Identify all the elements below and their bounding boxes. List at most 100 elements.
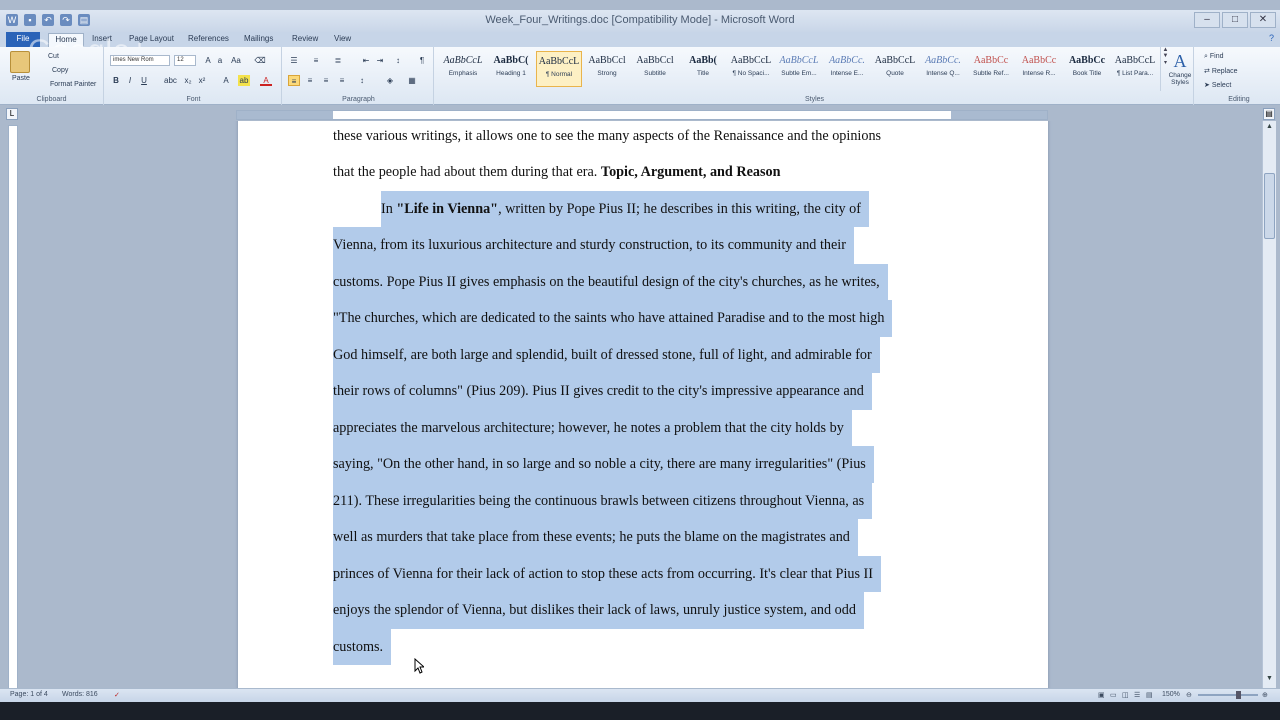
style-item[interactable]: AaBbCcL ¶ Normal: [536, 51, 582, 87]
tab-review[interactable]: Review: [292, 34, 318, 43]
grow-font-icon[interactable]: A: [202, 55, 214, 66]
numbering-icon[interactable]: ≡: [310, 55, 322, 66]
find-button[interactable]: ⌕ Find: [1204, 53, 1224, 61]
zoom-slider[interactable]: [1198, 691, 1258, 699]
change-styles-button[interactable]: A Change Styles: [1164, 51, 1196, 95]
word-count[interactable]: Words: 816: [62, 691, 98, 698]
show-formatting-icon[interactable]: ¶: [416, 55, 428, 66]
font-name-combo[interactable]: imes New Rom: [110, 55, 170, 66]
copy-button[interactable]: Copy: [52, 67, 68, 74]
bold-icon[interactable]: B: [110, 75, 122, 86]
style-item[interactable]: AaBbCc Subtle Ref...: [968, 51, 1014, 87]
page-count[interactable]: Page: 1 of 4: [10, 691, 48, 698]
style-item[interactable]: AaBbCcl Strong: [584, 51, 630, 87]
font-size-combo[interactable]: 12: [174, 55, 196, 66]
document-page[interactable]: religious figures, wrote of their experi…: [238, 121, 1048, 688]
tab-references[interactable]: References: [188, 34, 229, 43]
zoom-slider-knob[interactable]: [1236, 691, 1241, 699]
highlight-color-icon[interactable]: ab: [238, 75, 250, 86]
shading-icon[interactable]: ◈: [384, 75, 396, 86]
document-line[interactable]: saying, "On the other hand, in so large …: [333, 453, 866, 475]
increase-indent-icon[interactable]: ⇥: [374, 55, 386, 66]
style-item[interactable]: AaBbCcL Emphasis: [440, 51, 486, 87]
sort-icon[interactable]: ↕: [392, 55, 404, 66]
style-item[interactable]: AaBbCcL ¶ No Spaci...: [728, 51, 774, 87]
document-line[interactable]: these various writings, it allows one to…: [333, 125, 881, 147]
vertical-ruler[interactable]: [8, 125, 18, 690]
style-item[interactable]: AaBb(Title: [680, 51, 726, 87]
tab-view[interactable]: View: [334, 34, 351, 43]
document-line[interactable]: Vienna, from its luxurious architecture …: [333, 234, 846, 256]
paste-button[interactable]: Paste: [12, 75, 30, 82]
view-ruler-toggle[interactable]: ▤: [1263, 108, 1275, 120]
minimize-button[interactable]: –: [1194, 12, 1220, 28]
line-text: God himself, are both large and splendid…: [333, 346, 872, 363]
document-line[interactable]: In "Life in Vienna", written by Pope Piu…: [381, 198, 861, 220]
italic-icon[interactable]: I: [124, 75, 136, 86]
document-line[interactable]: appreciates the marvelous architecture; …: [333, 417, 844, 439]
view-outline-icon[interactable]: ☰: [1134, 691, 1140, 699]
cut-button[interactable]: Cut: [48, 53, 59, 60]
view-web-layout-icon[interactable]: ◫: [1122, 691, 1129, 699]
clear-formatting-icon[interactable]: ⌫: [254, 55, 266, 66]
style-item[interactable]: AaBbCc Intense R...: [1016, 51, 1062, 87]
align-center-icon[interactable]: ≡: [304, 75, 316, 86]
style-item[interactable]: AaBbCc Book Title: [1064, 51, 1110, 87]
scroll-down-icon[interactable]: ▼: [1264, 675, 1275, 686]
superscript-icon[interactable]: x²: [196, 75, 208, 86]
document-line[interactable]: well as murders that take place from the…: [333, 526, 850, 548]
align-left-icon[interactable]: ≡: [288, 75, 300, 86]
scroll-thumb[interactable]: [1264, 173, 1275, 239]
line-spacing-icon[interactable]: ↕: [356, 75, 368, 86]
tab-mailings[interactable]: Mailings: [244, 34, 273, 43]
zoom-level[interactable]: 150%: [1162, 691, 1180, 698]
document-line[interactable]: enjoys the splendor of Vienna, but disli…: [333, 599, 856, 621]
document-line[interactable]: 211). These irregularities being the con…: [333, 490, 864, 512]
borders-icon[interactable]: ▦: [406, 75, 418, 86]
document-line[interactable]: customs.: [333, 636, 383, 658]
view-print-layout-icon[interactable]: ▣: [1098, 691, 1105, 699]
document-line[interactable]: "The churches, which are dedicated to th…: [333, 307, 884, 329]
maximize-button[interactable]: □: [1222, 12, 1248, 28]
underline-icon[interactable]: U: [138, 75, 150, 86]
justify-icon[interactable]: ≡: [336, 75, 348, 86]
font-color-icon[interactable]: A: [260, 75, 272, 86]
shrink-font-icon[interactable]: a: [214, 55, 226, 66]
style-item[interactable]: AaBbCcL ¶ List Para...: [1112, 51, 1158, 87]
multilevel-list-icon[interactable]: ≣: [332, 55, 344, 66]
proofing-icon[interactable]: ✓: [114, 691, 120, 699]
subscript-icon[interactable]: x₂: [182, 75, 194, 86]
style-item[interactable]: AaBbCcl Subtitle: [632, 51, 678, 87]
select-button[interactable]: ➤ Select: [1204, 81, 1231, 89]
document-line[interactable]: princes of Vienna for their lack of acti…: [333, 563, 873, 585]
align-right-icon[interactable]: ≡: [320, 75, 332, 86]
replace-button[interactable]: ⇄ Replace: [1204, 67, 1238, 75]
change-case-icon[interactable]: Aa: [230, 55, 242, 66]
vertical-scrollbar[interactable]: ▲ ▼: [1262, 121, 1276, 688]
document-line[interactable]: their rows of columns" (Pius 209). Pius …: [333, 380, 864, 402]
text-effects-icon[interactable]: A: [220, 75, 232, 86]
document-line[interactable]: customs. Pope Pius II gives emphasis on …: [333, 271, 880, 293]
view-full-screen-icon[interactable]: ▭: [1110, 691, 1117, 699]
zoom-out-icon[interactable]: ⊖: [1186, 691, 1192, 699]
close-button[interactable]: ✕: [1250, 12, 1276, 28]
style-item[interactable]: AaBbCc. Intense E...: [824, 51, 870, 87]
decrease-indent-icon[interactable]: ⇤: [360, 55, 372, 66]
document-line[interactable]: that the people had about them during th…: [333, 161, 781, 183]
document-area[interactable]: religious figures, wrote of their experi…: [20, 121, 1262, 688]
zoom-in-icon[interactable]: ⊕: [1262, 691, 1268, 699]
document-line[interactable]: God himself, are both large and splendid…: [333, 344, 872, 366]
horizontal-ruler[interactable]: [236, 110, 1048, 120]
format-painter-button[interactable]: Format Painter: [50, 81, 96, 88]
help-icon[interactable]: ?: [1269, 33, 1274, 43]
tab-selector[interactable]: L: [6, 108, 18, 120]
paste-icon[interactable]: [10, 51, 30, 73]
scroll-up-icon[interactable]: ▲: [1264, 123, 1275, 134]
style-item[interactable]: AaBbC(Heading 1: [488, 51, 534, 87]
view-draft-icon[interactable]: ▤: [1146, 691, 1153, 699]
style-item[interactable]: AaBbCcL Quote: [872, 51, 918, 87]
bullets-icon[interactable]: ☰: [288, 55, 300, 66]
style-item[interactable]: AaBbCc. Intense Q...: [920, 51, 966, 87]
strikethrough-icon[interactable]: abc: [164, 75, 177, 86]
style-item[interactable]: AaBbCcL Subtle Em...: [776, 51, 822, 87]
